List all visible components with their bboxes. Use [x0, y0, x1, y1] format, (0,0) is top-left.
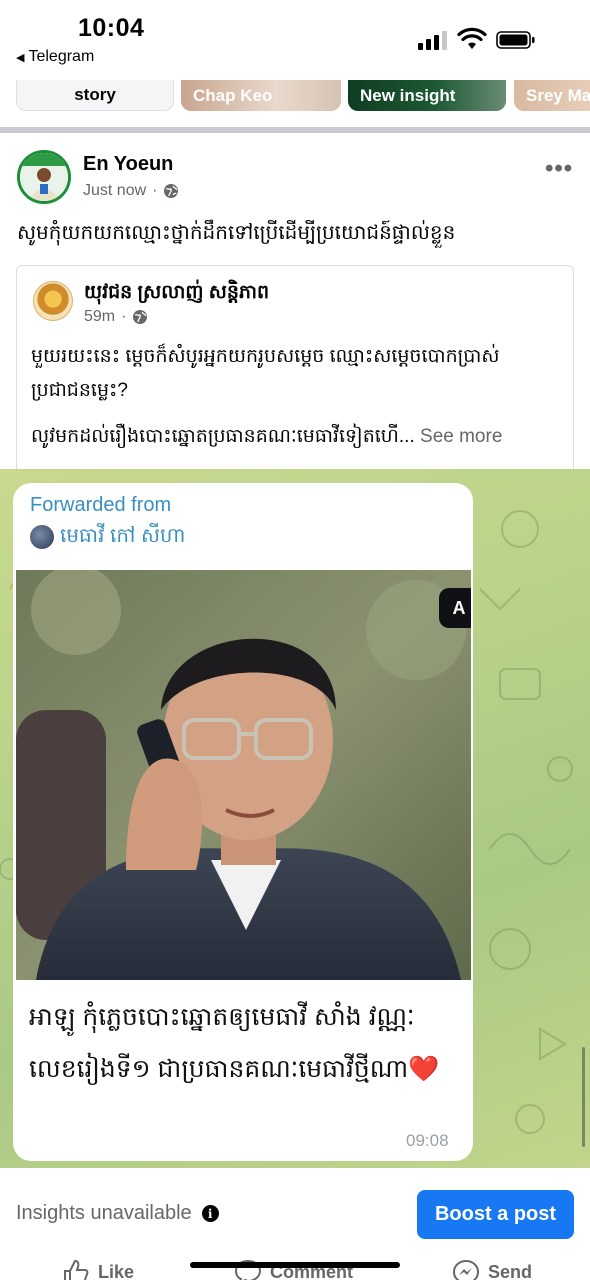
thumbs-up-icon [64, 1259, 89, 1280]
story-card-srey-ma[interactable]: Srey Ma [514, 80, 590, 111]
back-arrow-icon: ◀ [16, 51, 25, 64]
home-indicator[interactable] [190, 1262, 400, 1268]
forwarded-label: Forwarded from [30, 494, 172, 516]
globe-icon [164, 184, 179, 198]
shared-post-text: មួយរយះនេះ ម្តេចក៏សំបូរអ្នកយករូបសម្តេច ឈ្… [31, 346, 500, 401]
battery-icon [496, 31, 535, 49]
scroll-indicator [582, 1047, 585, 1147]
insights-status: Insights unavailable i [16, 1202, 219, 1225]
message-photo: A [16, 570, 471, 980]
shared-post-text-truncated: លូវមកដល់រឿងបោះឆ្នោតប្រធានគណៈមេធាវីទៀតហើ.… [31, 420, 567, 454]
send-label: Send [488, 1261, 533, 1280]
forwarded-avatar [30, 525, 54, 549]
like-button[interactable]: Like [62, 1259, 134, 1280]
insights-text: Insights unavailable [16, 1202, 192, 1224]
telegram-message-bubble: Forwarded from មេធាវី កៅ សីហា A អាឡូ កុំ… [13, 483, 473, 1161]
shared-author-name[interactable]: យុវជន ស្រលាញ់ សន្តិភាព [84, 280, 269, 308]
telegram-message-text: អាឡូ កុំភ្លេចបោះឆ្នោតឲ្យមេធាវី សាំង វណ្ណ… [29, 991, 459, 1095]
message-text: អាឡូ កុំភ្លេចបោះឆ្នោតឲ្យមេធាវី សាំង វណ្ណ… [29, 1003, 415, 1083]
heart-icon: ❤️ [408, 1055, 440, 1083]
shared-author-avatar[interactable] [33, 281, 73, 321]
cellular-signal-icon [418, 31, 447, 50]
post-author-name[interactable]: En Yoeun [83, 153, 173, 176]
back-to-telegram-link[interactable]: ◀ Telegram [16, 48, 94, 66]
post-timestamp: Just now [83, 182, 147, 199]
messenger-icon [452, 1259, 480, 1280]
forwarded-from[interactable]: មេធាវី កៅ សីហា [30, 522, 185, 552]
message-time: 09:08 [406, 1131, 449, 1150]
info-icon[interactable]: i [201, 1205, 219, 1222]
forwarded-name: មេធាវី កៅ សីហា [60, 525, 186, 547]
back-app-label: Telegram [28, 48, 95, 65]
shared-post-text-line2: លូវមកដល់រឿងបោះឆ្នោតប្រធានគណៈមេធាវីទៀតហើ.… [31, 426, 415, 447]
status-time: 10:04 [78, 14, 145, 42]
see-more-link[interactable]: See more [420, 426, 502, 447]
story-create-card[interactable]: story [16, 80, 174, 111]
stories-strip: story Chap Keo New insight Srey Ma [0, 80, 590, 116]
globe-icon [133, 310, 148, 324]
telegram-screenshot-image[interactable]: Forwarded from មេធាវី កៅ សីហា A អាឡូ កុំ… [0, 469, 590, 1168]
story-card-new-insight[interactable]: New insight [348, 80, 506, 111]
status-bar: 10:04 ◀ Telegram [0, 0, 590, 80]
photo-badge: A [439, 588, 471, 628]
more-options-icon[interactable]: ••• [545, 155, 573, 183]
section-divider [0, 127, 590, 133]
like-label: Like [98, 1261, 135, 1280]
post-caption: សូមកុំយកយកឈ្មោះថ្នាក់ដឹកទៅប្រើដើម្បីប្រយ… [17, 222, 456, 244]
shared-post-meta: 59m · [84, 308, 148, 326]
story-card-chap-keo[interactable]: Chap Keo [181, 80, 341, 111]
post-meta: Just now · [83, 182, 179, 200]
wifi-icon [457, 27, 487, 49]
boost-post-button[interactable]: Boost a post [417, 1190, 574, 1239]
author-avatar[interactable] [17, 150, 71, 204]
send-button[interactable]: Send [452, 1259, 532, 1280]
shared-post-timestamp: 59m [84, 308, 116, 325]
shared-post-card[interactable]: យុវជន ស្រលាញ់ សន្តិភាព 59m · មួយរយះនេះ ម… [16, 265, 574, 469]
